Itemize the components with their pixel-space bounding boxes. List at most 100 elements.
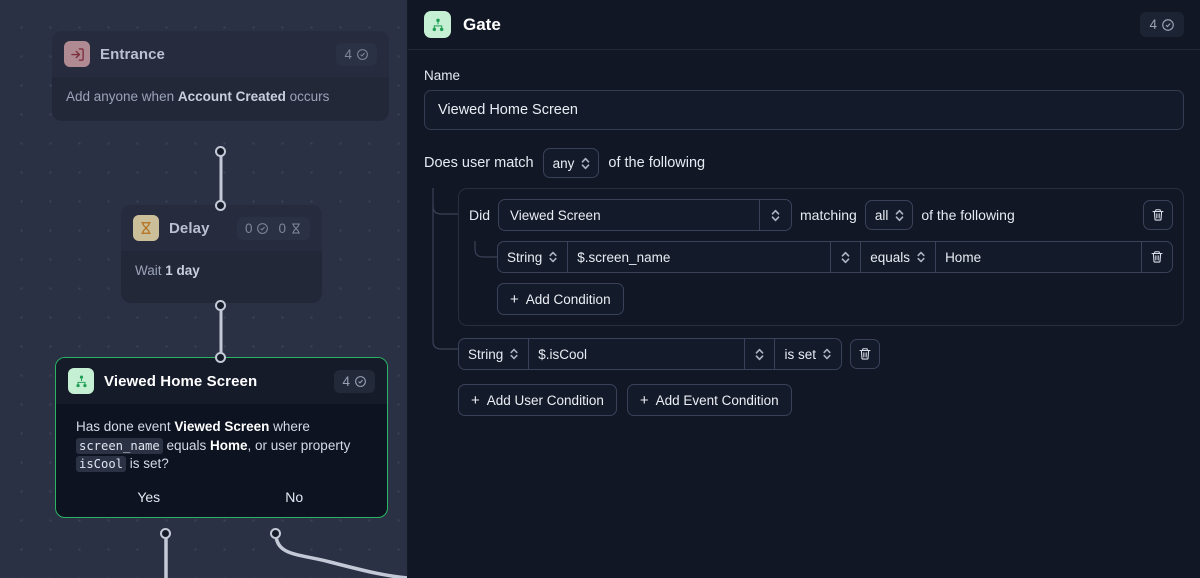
event-select[interactable]: Viewed Screen	[498, 199, 792, 231]
condition-property-input[interactable]: $.screen_name	[568, 242, 831, 272]
condition-type-value: String	[507, 250, 542, 265]
condition-value-text: Home	[945, 250, 981, 265]
hourglass-icon	[290, 222, 302, 235]
gate-desc-t4: , or user property	[248, 438, 351, 453]
node-delay-badges[interactable]: 0 0	[237, 217, 310, 240]
node-gate-description: Has done event Viewed Screen where scree…	[56, 404, 387, 517]
plus-icon: +	[640, 393, 649, 408]
panel-completed-badge[interactable]: 4	[1140, 12, 1184, 37]
handle-delay-out[interactable]	[215, 300, 226, 311]
completed-count-value: 0	[245, 221, 253, 236]
completed-count-badge: 4	[342, 374, 367, 389]
event-condition-group-wrapper: Did Viewed Screen matching all	[424, 188, 1184, 326]
hourglass-icon	[133, 215, 159, 241]
add-event-condition-label: Add Event Condition	[656, 393, 779, 408]
condition-value-input[interactable]: Home	[936, 242, 1142, 272]
user-condition-property-value: $.isCool	[538, 347, 587, 362]
match-prefix: Does user match	[424, 155, 534, 171]
add-user-condition-label: Add User Condition	[487, 393, 604, 408]
gate-desc-value: Home	[210, 438, 248, 453]
add-event-condition-button[interactable]: + Add Event Condition	[627, 384, 792, 416]
matching-operator-value: all	[875, 208, 889, 223]
node-gate-header: Viewed Home Screen 4	[56, 358, 387, 404]
match-suffix: of the following	[608, 155, 705, 171]
handle-entrance-out[interactable]	[215, 146, 226, 157]
completed-count-value: 4	[342, 374, 350, 389]
condition-operator-select[interactable]: equals	[861, 242, 936, 272]
user-condition-type-select[interactable]: String	[459, 339, 529, 369]
gate-desc-event: Viewed Screen	[174, 419, 269, 434]
node-viewed-home-screen[interactable]: Viewed Home Screen 4 Has done event View…	[55, 357, 388, 518]
chevron-updown-icon	[754, 347, 765, 362]
node-entrance-title: Entrance	[100, 46, 165, 63]
split-branch-icon	[424, 11, 451, 38]
user-condition-operator-select[interactable]: is set	[775, 339, 841, 369]
journey-canvas[interactable]: Entrance 4 Add anyone when Account Creat…	[0, 0, 408, 578]
match-operator-select[interactable]: any	[543, 148, 600, 178]
gate-desc-t2: where	[269, 419, 310, 434]
node-gate-badges[interactable]: 4	[334, 370, 375, 393]
delete-condition-button[interactable]	[1142, 242, 1172, 272]
panel-title: Gate	[463, 15, 501, 35]
event-group-header: Did Viewed Screen matching all	[469, 199, 1173, 231]
event-select-value: Viewed Screen	[499, 200, 759, 230]
event-condition-group: Did Viewed Screen matching all	[458, 188, 1184, 326]
gate-desc-t5: is set?	[126, 456, 169, 471]
chevron-updown-icon	[548, 250, 558, 264]
user-condition-type-value: String	[468, 347, 503, 362]
user-condition-operator-value: is set	[784, 347, 816, 362]
chevron-updown-icon	[580, 156, 591, 171]
waiting-count-badge: 0	[278, 221, 302, 236]
match-operator-value: any	[553, 156, 575, 171]
plus-icon: +	[510, 292, 519, 307]
tree-connector-inner	[469, 241, 497, 281]
tree-connector-outer	[424, 188, 458, 358]
edge-gate-no	[276, 534, 408, 578]
gate-desc-t1: Has done event	[76, 419, 174, 434]
trash-icon	[1150, 250, 1164, 264]
handle-gate-in[interactable]	[215, 352, 226, 363]
entrance-desc-suffix: occurs	[286, 89, 330, 104]
user-condition-property-input[interactable]: $.isCool	[529, 339, 745, 369]
handle-gate-out-no[interactable]	[270, 528, 281, 539]
match-row: Does user match any of the following	[424, 148, 1184, 178]
trash-icon	[858, 347, 872, 361]
node-entrance-badges[interactable]: 4	[336, 43, 377, 66]
plus-icon: +	[471, 393, 480, 408]
completed-count-badge: 4	[344, 47, 369, 62]
panel-header: Gate 4	[408, 0, 1200, 50]
user-condition-property-picker-button[interactable]	[745, 339, 775, 369]
node-gate-title: Viewed Home Screen	[104, 373, 257, 390]
chevron-updown-icon	[509, 347, 519, 361]
event-property-condition-wrapper: String $.screen_name	[469, 241, 1173, 273]
add-user-condition-button[interactable]: + Add User Condition	[458, 384, 617, 416]
node-delay-title: Delay	[169, 220, 210, 237]
condition-property-picker-button[interactable]	[831, 242, 861, 272]
name-input[interactable]	[424, 90, 1184, 130]
node-entrance-header: Entrance 4	[52, 31, 389, 77]
node-entrance[interactable]: Entrance 4 Add anyone when Account Creat…	[52, 31, 389, 121]
delete-event-group-button[interactable]	[1143, 200, 1173, 230]
chevron-updown-icon	[916, 250, 926, 264]
check-circle-icon	[256, 222, 269, 235]
condition-property-value: $.screen_name	[577, 250, 670, 265]
event-property-condition-row: String $.screen_name	[497, 241, 1173, 273]
add-condition-wrapper: + Add Condition	[469, 283, 1173, 315]
matching-operator-select[interactable]: all	[865, 200, 914, 230]
panel-body: Name Does user match any of the followin…	[408, 50, 1200, 416]
add-condition-button[interactable]: + Add Condition	[497, 283, 624, 315]
gate-detail-panel: Gate 4 Name Does user match any	[408, 0, 1200, 578]
completed-count-badge: 0	[245, 221, 270, 236]
delete-user-condition-button[interactable]	[850, 339, 880, 369]
condition-type-select[interactable]: String	[498, 242, 568, 272]
check-circle-icon	[1161, 18, 1175, 32]
check-circle-icon	[356, 48, 369, 61]
port-label-yes: Yes	[76, 488, 222, 507]
handle-gate-out-yes[interactable]	[160, 528, 171, 539]
gate-desc-t3: equals	[163, 438, 210, 453]
name-label: Name	[424, 68, 1184, 83]
chevron-updown-icon[interactable]	[759, 200, 791, 230]
node-delay[interactable]: Delay 0 0	[121, 205, 322, 303]
node-delay-description: Wait 1 day	[121, 251, 322, 303]
handle-delay-in[interactable]	[215, 200, 226, 211]
